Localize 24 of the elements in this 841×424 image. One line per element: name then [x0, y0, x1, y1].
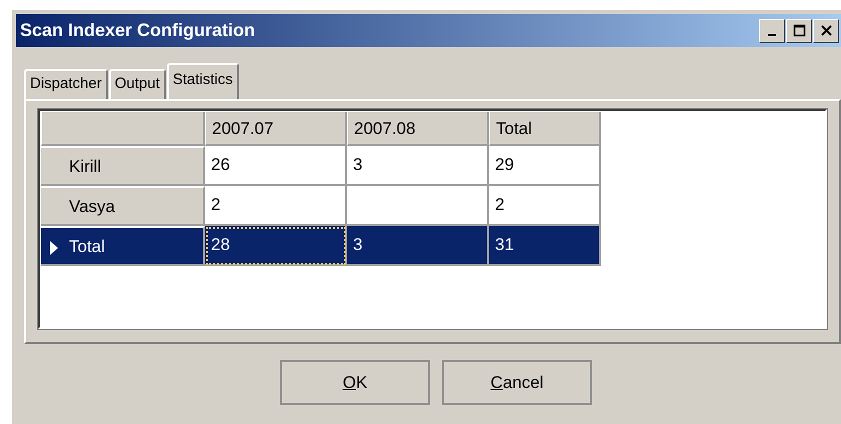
- table-cell: 31: [489, 226, 601, 266]
- tab[interactable]: Dispatcher: [24, 69, 108, 99]
- row-header: Kirill: [69, 156, 102, 178]
- close-button[interactable]: [813, 18, 839, 42]
- column-header: 2007.08: [347, 112, 489, 146]
- maximize-button[interactable]: [786, 18, 812, 42]
- tab[interactable]: Statistics: [166, 63, 239, 99]
- column-header: 2007.07: [205, 112, 347, 146]
- table-cell: 26: [205, 146, 347, 186]
- column-header: Total: [489, 112, 601, 146]
- tab[interactable]: Output: [108, 69, 166, 99]
- close-icon: [820, 24, 832, 37]
- cancel-button[interactable]: Cancel: [442, 360, 592, 405]
- window-title: Scan Indexer Configuration: [20, 19, 256, 42]
- minimize-icon: [768, 34, 776, 36]
- minimize-button[interactable]: [759, 18, 785, 42]
- table-cell: 29: [489, 146, 601, 186]
- ok-button[interactable]: OK: [280, 360, 430, 405]
- table-cell: 28: [205, 226, 347, 266]
- maximize-icon: [792, 24, 806, 37]
- row-header: Vasya: [69, 196, 115, 218]
- table-cell: 3: [347, 226, 489, 266]
- table-cell: 3: [347, 146, 489, 186]
- row-header: Total: [69, 236, 105, 258]
